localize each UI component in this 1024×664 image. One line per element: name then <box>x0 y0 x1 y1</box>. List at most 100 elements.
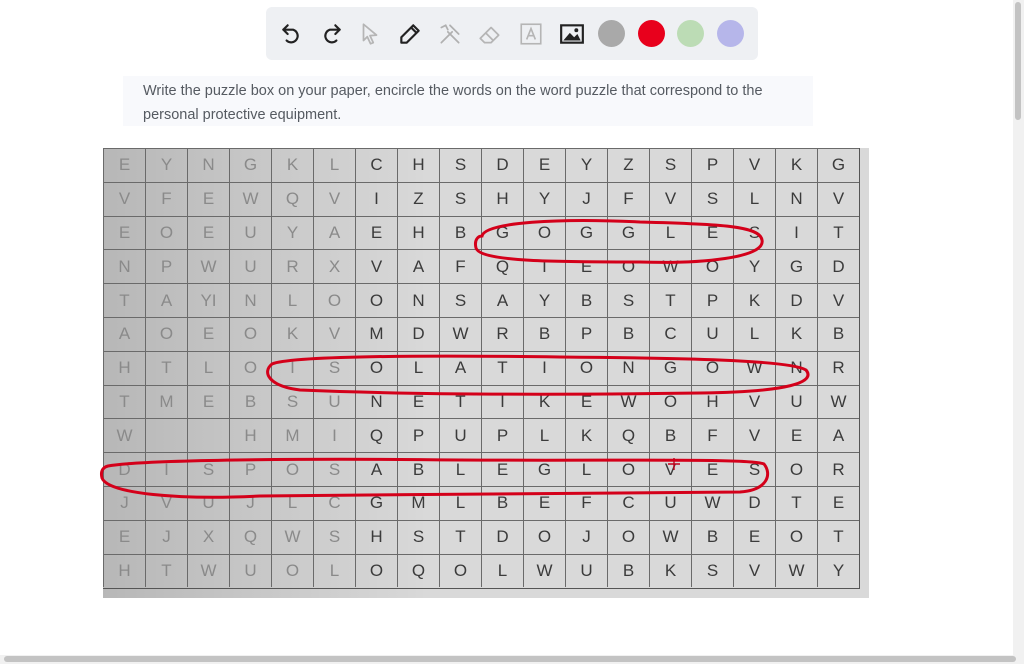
color-swatch-red[interactable] <box>638 20 665 47</box>
puzzle-cell: Y <box>271 215 313 250</box>
puzzle-cell: U <box>229 249 271 284</box>
puzzle-cell: U <box>187 485 229 520</box>
puzzle-cell: N <box>355 384 397 419</box>
text-icon[interactable] <box>514 17 548 51</box>
puzzle-cell: S <box>313 519 355 554</box>
puzzle-cell: V <box>145 485 187 520</box>
puzzle-cell: O <box>271 452 313 486</box>
puzzle-cell: O <box>145 215 187 250</box>
puzzle-cell: Y <box>817 553 859 588</box>
puzzle-cell: N <box>103 249 145 284</box>
puzzle-cell: S <box>271 384 313 419</box>
puzzle-cell: S <box>313 452 355 486</box>
puzzle-cell: M <box>355 316 397 351</box>
tools-icon[interactable] <box>433 17 467 51</box>
puzzle-cell: Q <box>397 553 439 588</box>
puzzle-cell: S <box>691 553 733 588</box>
puzzle-cell: K <box>523 384 565 419</box>
puzzle-cell: G <box>817 148 859 182</box>
puzzle-cell: O <box>607 452 649 486</box>
puzzle-cell: V <box>313 316 355 351</box>
puzzle-cell: E <box>817 485 859 520</box>
pointer-icon[interactable] <box>353 17 387 51</box>
puzzle-cell: W <box>439 316 481 351</box>
puzzle-cell: YI <box>187 283 229 317</box>
color-swatch-green[interactable] <box>677 20 704 47</box>
puzzle-cell: E <box>355 215 397 250</box>
puzzle-cell: D <box>817 249 859 284</box>
puzzle-cell: T <box>439 384 481 419</box>
puzzle-cell: Y <box>523 181 565 216</box>
puzzle-cell: B <box>481 485 523 520</box>
puzzle-cell: U <box>775 384 817 419</box>
puzzle-cell: B <box>691 519 733 554</box>
puzzle-cell: A <box>397 249 439 284</box>
redo-icon[interactable] <box>314 17 348 51</box>
horizontal-scroll-thumb[interactable] <box>4 656 1016 662</box>
vertical-scrollbar[interactable] <box>1013 0 1024 655</box>
puzzle-cell: W <box>103 418 145 453</box>
puzzle-cell: V <box>733 418 775 453</box>
puzzle-cell: T <box>439 519 481 554</box>
puzzle-cell: S <box>733 452 775 486</box>
puzzle-cell: I <box>313 418 355 453</box>
puzzle-cell: N <box>397 283 439 317</box>
puzzle-cell: S <box>607 283 649 317</box>
puzzle-cell: J <box>565 181 607 216</box>
puzzle-cell: O <box>649 384 691 419</box>
puzzle-cell: F <box>691 418 733 453</box>
undo-icon[interactable] <box>275 17 309 51</box>
puzzle-cell: E <box>103 148 145 182</box>
puzzle-cell: W <box>817 384 859 419</box>
puzzle-cell: W <box>649 249 691 284</box>
puzzle-cell: S <box>439 148 481 182</box>
puzzle-cell: U <box>313 384 355 419</box>
puzzle-cell: L <box>313 553 355 588</box>
puzzle-cell: V <box>103 181 145 216</box>
puzzle-cell: G <box>229 148 271 182</box>
puzzle-cell <box>145 418 187 453</box>
puzzle-cell: B <box>607 553 649 588</box>
puzzle-cell: O <box>439 553 481 588</box>
pen-icon[interactable] <box>393 17 427 51</box>
puzzle-cell: Z <box>607 148 649 182</box>
puzzle-cell: Y <box>523 283 565 317</box>
puzzle-cell: J <box>565 519 607 554</box>
puzzle-cell: O <box>691 249 733 284</box>
puzzle-cell: U <box>565 553 607 588</box>
puzzle-cell: Z <box>397 181 439 216</box>
puzzle-cell: H <box>397 148 439 182</box>
puzzle-cell: G <box>649 350 691 385</box>
puzzle-cell: W <box>775 553 817 588</box>
puzzle-cell: O <box>313 283 355 317</box>
puzzle-cell: E <box>523 148 565 182</box>
puzzle-cell: A <box>481 283 523 317</box>
puzzle-cell: E <box>397 384 439 419</box>
puzzle-cell: M <box>271 418 313 453</box>
puzzle-cell: A <box>355 452 397 486</box>
puzzle-cell: H <box>103 553 145 588</box>
image-icon[interactable] <box>555 17 589 51</box>
vertical-scroll-thumb[interactable] <box>1015 2 1021 120</box>
puzzle-cell: P <box>397 418 439 453</box>
question-prompt: Write the puzzle box on your paper, enci… <box>123 76 813 126</box>
puzzle-cell: D <box>481 519 523 554</box>
puzzle-cell: H <box>691 384 733 419</box>
puzzle-cell: I <box>355 181 397 216</box>
horizontal-scrollbar[interactable] <box>0 655 1024 664</box>
eraser-icon[interactable] <box>473 17 507 51</box>
puzzle-cell: P <box>691 283 733 317</box>
puzzle-cell: F <box>565 485 607 520</box>
color-swatch-gray[interactable] <box>598 20 625 47</box>
word-search-puzzle: EYNGKLCHSDEYZSPVKGVFEWQVIZSHYJFVSLNVEOEU… <box>103 148 869 598</box>
puzzle-cell: W <box>229 181 271 216</box>
color-swatch-lavender[interactable] <box>717 20 744 47</box>
puzzle-cell: W <box>733 350 775 385</box>
puzzle-cell: G <box>607 215 649 250</box>
puzzle-cell: M <box>145 384 187 419</box>
puzzle-cell: O <box>775 519 817 554</box>
puzzle-cell: L <box>523 418 565 453</box>
puzzle-cell: G <box>565 215 607 250</box>
puzzle-cell: R <box>481 316 523 351</box>
puzzle-cell: P <box>691 148 733 182</box>
